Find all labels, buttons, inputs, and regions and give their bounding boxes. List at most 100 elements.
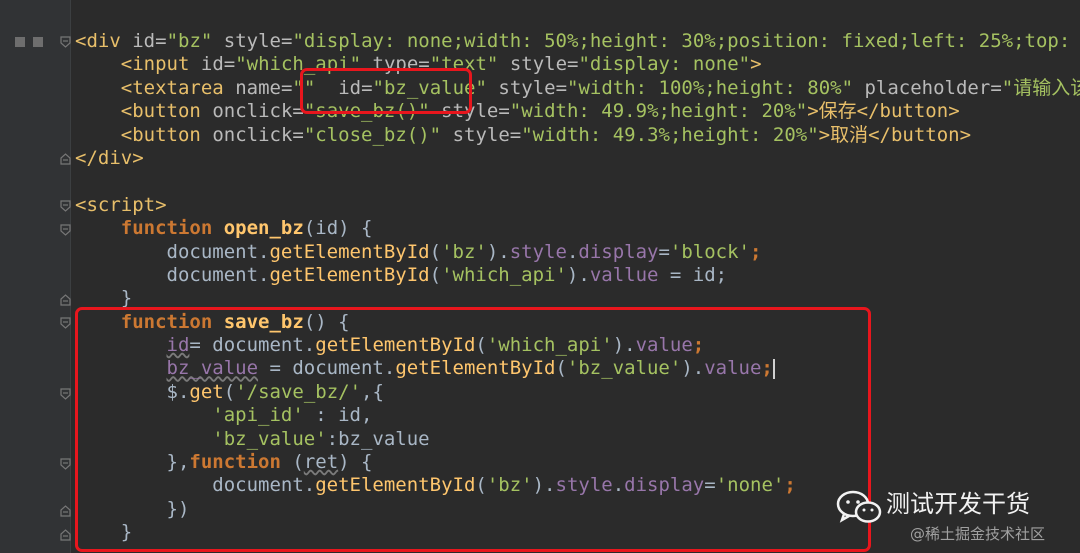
- tag-bracket: <: [120, 76, 133, 99]
- attribute-name: placeholder: [864, 76, 991, 99]
- attribute-name: style: [509, 53, 568, 76]
- code-line[interactable]: document.getElementById('bz').style.disp…: [75, 241, 1080, 264]
- bookmark-icon[interactable]: [33, 37, 43, 47]
- equals-sign: =: [155, 30, 167, 52]
- attribute-name: id: [200, 53, 224, 76]
- property-name: style: [509, 240, 567, 263]
- code-line[interactable]: <button onclick="save_bz()" style="width…: [75, 100, 1080, 123]
- equals-sign: =: [292, 123, 304, 146]
- method-name: getElementById: [269, 263, 430, 286]
- bookmark-icon[interactable]: [15, 37, 25, 47]
- property-name: display: [578, 240, 659, 263]
- fold-open-icon[interactable]: [60, 317, 71, 329]
- code-text: = id;: [658, 263, 728, 286]
- equals-sign: =: [223, 53, 236, 76]
- code-line-empty[interactable]: [75, 170, 1080, 193]
- tag-name: textarea: [132, 76, 224, 99]
- tag-bracket: <: [120, 123, 133, 146]
- code-editor[interactable]: <div id="bz" style="display: none;width:…: [0, 0, 1080, 553]
- attribute-name: style: [223, 30, 281, 52]
- equals-sign: =: [567, 53, 579, 76]
- tag-bracket: <: [75, 30, 87, 52]
- tag-bracket: <: [120, 100, 133, 123]
- code-line[interactable]: <textarea name="" id="bz_value" style="w…: [75, 77, 1080, 100]
- tag-name: button: [132, 123, 201, 146]
- tag-name: div: [97, 146, 133, 169]
- code-text: .: [566, 240, 579, 263]
- highlight-box-save-function: [75, 307, 871, 552]
- fold-close-icon[interactable]: [60, 153, 71, 165]
- attribute-value: "width: 49.3%;height: 20%": [521, 123, 819, 146]
- tag-name: script: [86, 193, 156, 216]
- attribute-value: "width: 100%;height: 80%": [567, 76, 854, 99]
- function-name: open_bz: [223, 217, 304, 240]
- string-literal: 'which_api': [441, 263, 567, 286]
- tag-bracket: >: [948, 100, 960, 123]
- tag-bracket: >: [132, 146, 144, 169]
- wechat-icon: [836, 490, 882, 523]
- fold-open-icon[interactable]: [60, 458, 71, 470]
- code-text: document.: [166, 263, 270, 286]
- fold-close-icon[interactable]: [60, 529, 71, 541]
- method-name: getElementById: [269, 240, 430, 263]
- highlight-box-bz-value: [300, 68, 472, 114]
- equals-sign: =: [990, 76, 1002, 99]
- tag-bracket: >: [155, 193, 167, 216]
- property-name: vallue: [589, 263, 659, 286]
- element-text: >取消</: [818, 123, 891, 146]
- fold-close-icon[interactable]: [60, 294, 71, 306]
- equals-sign: =: [281, 30, 293, 52]
- attribute-value: "请输入该接口备: [1001, 76, 1080, 99]
- tag-bracket: <: [75, 193, 87, 216]
- code-text: }: [120, 287, 133, 310]
- code-text: (id) {: [303, 217, 373, 240]
- keyword: function: [120, 217, 213, 240]
- code-line[interactable]: document.getElementById('which_api').val…: [75, 264, 1080, 287]
- code-text: document.: [166, 240, 270, 263]
- code-text: (: [429, 263, 442, 286]
- editor-gutter: [0, 0, 70, 553]
- equals-sign: =: [498, 100, 510, 123]
- attribute-name: onclick: [212, 100, 293, 123]
- code-line[interactable]: function open_bz(id) {: [75, 217, 1080, 240]
- tag-name: input: [132, 53, 190, 76]
- fold-open-icon[interactable]: [60, 224, 71, 236]
- gutter-divider: [70, 0, 71, 553]
- tag-name: button: [879, 100, 949, 123]
- code-line[interactable]: <script>: [75, 194, 1080, 217]
- watermark-title: 测试开发干货: [886, 490, 1030, 518]
- code-text: =: [658, 240, 670, 263]
- tag-name: button: [890, 123, 960, 146]
- code-line[interactable]: <input id="which_api" type="text" style=…: [75, 53, 1080, 76]
- code-line[interactable]: <div id="bz" style="display: none;width:…: [75, 30, 1080, 53]
- fold-open-icon[interactable]: [60, 36, 71, 48]
- fold-open-icon[interactable]: [60, 200, 71, 212]
- string-literal: 'block': [669, 240, 750, 263]
- fold-close-icon[interactable]: [60, 505, 71, 517]
- attribute-name: style: [498, 76, 556, 99]
- tag-name: button: [132, 100, 201, 123]
- equals-sign: =: [509, 123, 522, 146]
- code-text: ).: [486, 240, 510, 263]
- code-line[interactable]: </div>: [75, 147, 1080, 170]
- attribute-name: style: [452, 123, 510, 146]
- attribute-value: "bz": [166, 30, 213, 52]
- tag-bracket: >: [750, 53, 762, 76]
- tag-bracket: <: [120, 53, 133, 76]
- attribute-value: "close_bz()": [303, 123, 442, 146]
- tag-bracket: </: [75, 146, 98, 169]
- equals-sign: =: [555, 76, 568, 99]
- watermark-subtitle: @稀土掘金技术社区: [910, 525, 1046, 543]
- code-text: (: [429, 240, 442, 263]
- fold-open-icon[interactable]: [60, 388, 71, 400]
- attribute-value: "display: none;width: 50%;height: 30%;po…: [292, 30, 1080, 52]
- code-text: ).: [566, 263, 590, 286]
- code-line[interactable]: <button onclick="close_bz()" style="widt…: [75, 124, 1080, 147]
- tag-name: div: [86, 30, 121, 52]
